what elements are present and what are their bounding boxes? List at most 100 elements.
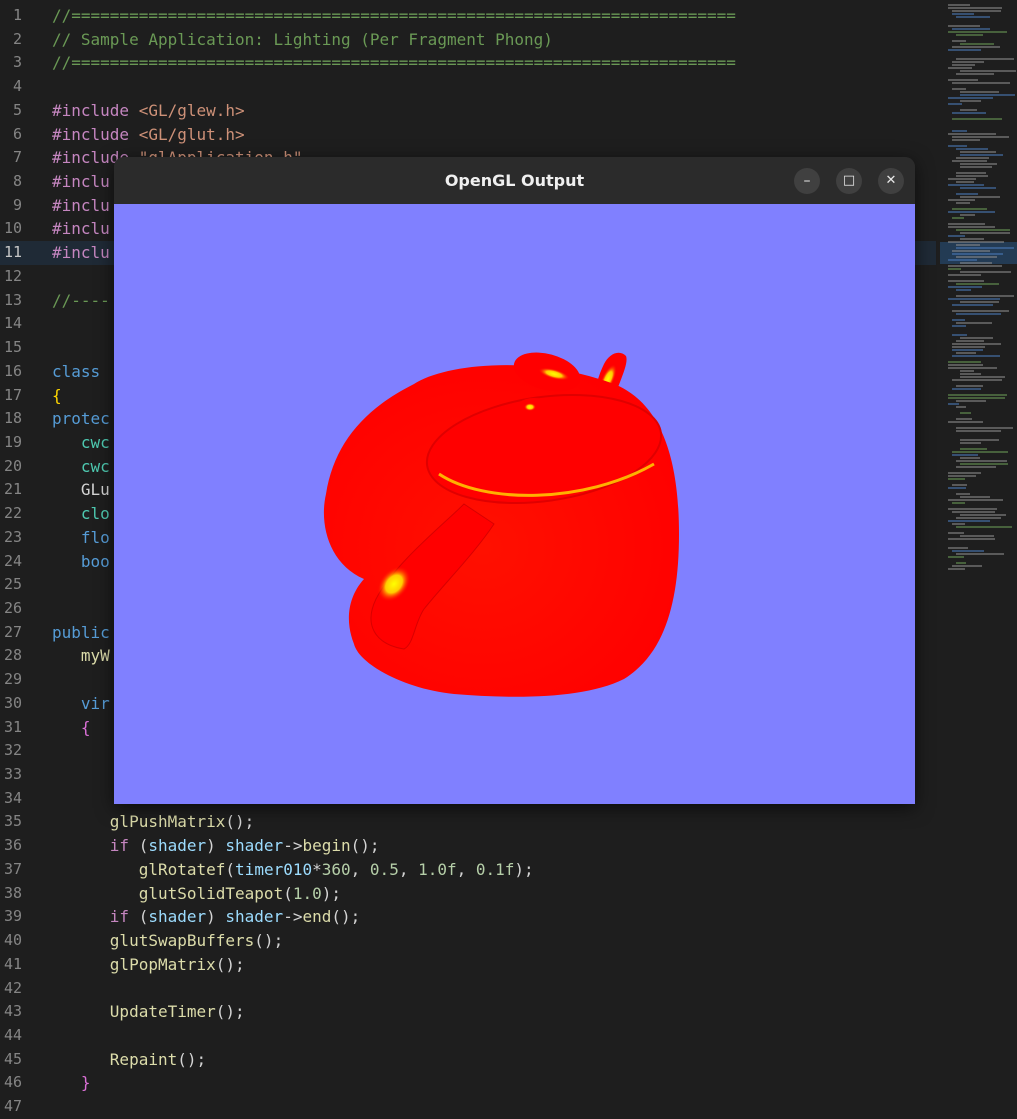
code-token: Repaint <box>109 1049 178 1069</box>
code-line[interactable]: 3 //=====================================… <box>0 51 936 75</box>
code-line[interactable]: 43 UpdateTimer(); <box>0 1000 936 1024</box>
code-token: myW <box>80 646 110 666</box>
code-text: //======================================… <box>52 51 736 75</box>
line-number: 26 <box>3 599 22 617</box>
line-number: 37 <box>3 859 22 878</box>
minimap-line <box>948 211 996 213</box>
code-text: clo <box>52 502 110 526</box>
minimap-line <box>948 538 995 540</box>
code-line[interactable]: 37 glRotatef(timer010*360, 0.5, 1.0f, 0.… <box>0 858 936 882</box>
lid-knob-base <box>512 398 556 430</box>
code-token: flo <box>80 527 110 547</box>
line-number: 4 <box>12 77 22 96</box>
code-token: -> <box>283 907 303 927</box>
code-line[interactable]: 6 #include <GL/glut.h> <box>0 123 936 147</box>
code-line[interactable]: 2 // Sample Application: Lighting (Per Fr… <box>0 28 936 52</box>
minimap-line <box>960 238 984 240</box>
window-titlebar[interactable]: OpenGL Output – □ ✕ <box>114 157 915 204</box>
minimap-line <box>948 298 1001 300</box>
minimap-line <box>956 247 1015 249</box>
minimap-line <box>952 61 984 63</box>
line-number: 43 <box>3 1002 22 1021</box>
opengl-viewport[interactable] <box>114 204 915 804</box>
code-text: // Sample Application: Lighting (Per Fra… <box>52 28 553 52</box>
line-number: 22 <box>3 504 22 523</box>
code-line[interactable]: 40 glutSwapBuffers(); <box>0 929 936 953</box>
code-line[interactable]: 38 glutSolidTeapot(1.0); <box>0 882 936 906</box>
code-line[interactable]: 35 glPushMatrix(); <box>0 810 936 834</box>
line-number: 25 <box>3 575 22 594</box>
code-line[interactable]: 4 <box>0 75 936 99</box>
minimap-line <box>960 163 998 165</box>
code-line[interactable]: 47 <box>0 1095 936 1119</box>
code-line[interactable]: 45 Repaint(); <box>0 1048 936 1072</box>
line-number: 6 <box>12 124 22 143</box>
code-token: if <box>109 836 130 856</box>
opengl-output-window[interactable]: OpenGL Output – □ ✕ <box>114 157 915 804</box>
minimap[interactable] <box>940 0 1017 600</box>
minimap-line <box>960 448 988 450</box>
minimap-line <box>956 193 978 195</box>
minimize-button[interactable]: – <box>794 168 820 194</box>
code-token: 1.0f <box>418 859 457 879</box>
code-line[interactable]: 42 <box>0 977 936 1001</box>
minimap-line <box>952 565 983 567</box>
line-number: 1 <box>12 6 22 24</box>
code-line[interactable]: 39 if (shader) shader->end(); <box>0 905 936 929</box>
line-number: 14 <box>3 314 22 333</box>
code-line[interactable]: 44 <box>0 1024 936 1048</box>
minimap-line <box>960 337 993 339</box>
minimap-line <box>956 400 986 402</box>
code-token: shader <box>225 836 284 856</box>
minimap-line <box>948 568 966 570</box>
code-text: glPopMatrix(); <box>52 953 245 977</box>
code-token: ( <box>129 907 149 927</box>
code-token: { <box>52 385 62 405</box>
minimap-line <box>956 58 1014 60</box>
code-line[interactable]: 36 if (shader) shader->begin(); <box>0 834 936 858</box>
minimap-line <box>948 403 959 405</box>
code-line[interactable]: 46 } <box>0 1071 936 1095</box>
minimap-line <box>960 100 982 102</box>
minimap-line <box>952 319 965 321</box>
minimap-line <box>948 274 982 276</box>
minimap-line <box>948 367 998 369</box>
minimap-line <box>956 34 983 36</box>
minimap-line <box>948 199 976 201</box>
minimap-line <box>952 217 964 219</box>
code-line[interactable]: 1 //=====================================… <box>0 4 936 28</box>
line-number: 28 <box>3 646 22 665</box>
code-line[interactable]: 41 glPopMatrix(); <box>0 953 936 977</box>
minimap-line <box>960 196 1000 198</box>
minimap-line <box>960 535 994 537</box>
minimap-line <box>960 463 1008 465</box>
line-number: 7 <box>12 148 22 167</box>
minimap-line <box>960 187 996 189</box>
minimap-line <box>960 442 982 444</box>
close-button[interactable]: ✕ <box>878 168 904 194</box>
line-number: 24 <box>3 551 22 570</box>
code-token: , <box>350 859 370 879</box>
minimap-line <box>952 388 981 390</box>
maximize-button[interactable]: □ <box>836 168 862 194</box>
minimap-line <box>952 379 1002 381</box>
code-token: (); <box>350 836 380 856</box>
line-number: 41 <box>3 954 22 973</box>
code-token: glutSolidTeapot <box>138 883 284 903</box>
minimap-line <box>956 256 997 258</box>
code-token: , <box>398 859 419 879</box>
minimap-line <box>952 355 1000 357</box>
code-line[interactable]: 5 #include <GL/glew.h> <box>0 99 936 123</box>
minimap-line <box>948 547 969 549</box>
minimap-line <box>948 7 1002 9</box>
code-token: #inclu <box>52 243 110 263</box>
minimap-line <box>956 157 989 159</box>
minimap-line <box>952 523 965 525</box>
minimap-line <box>960 457 981 459</box>
line-number: 45 <box>3 1049 22 1068</box>
minimap-line <box>948 475 976 477</box>
